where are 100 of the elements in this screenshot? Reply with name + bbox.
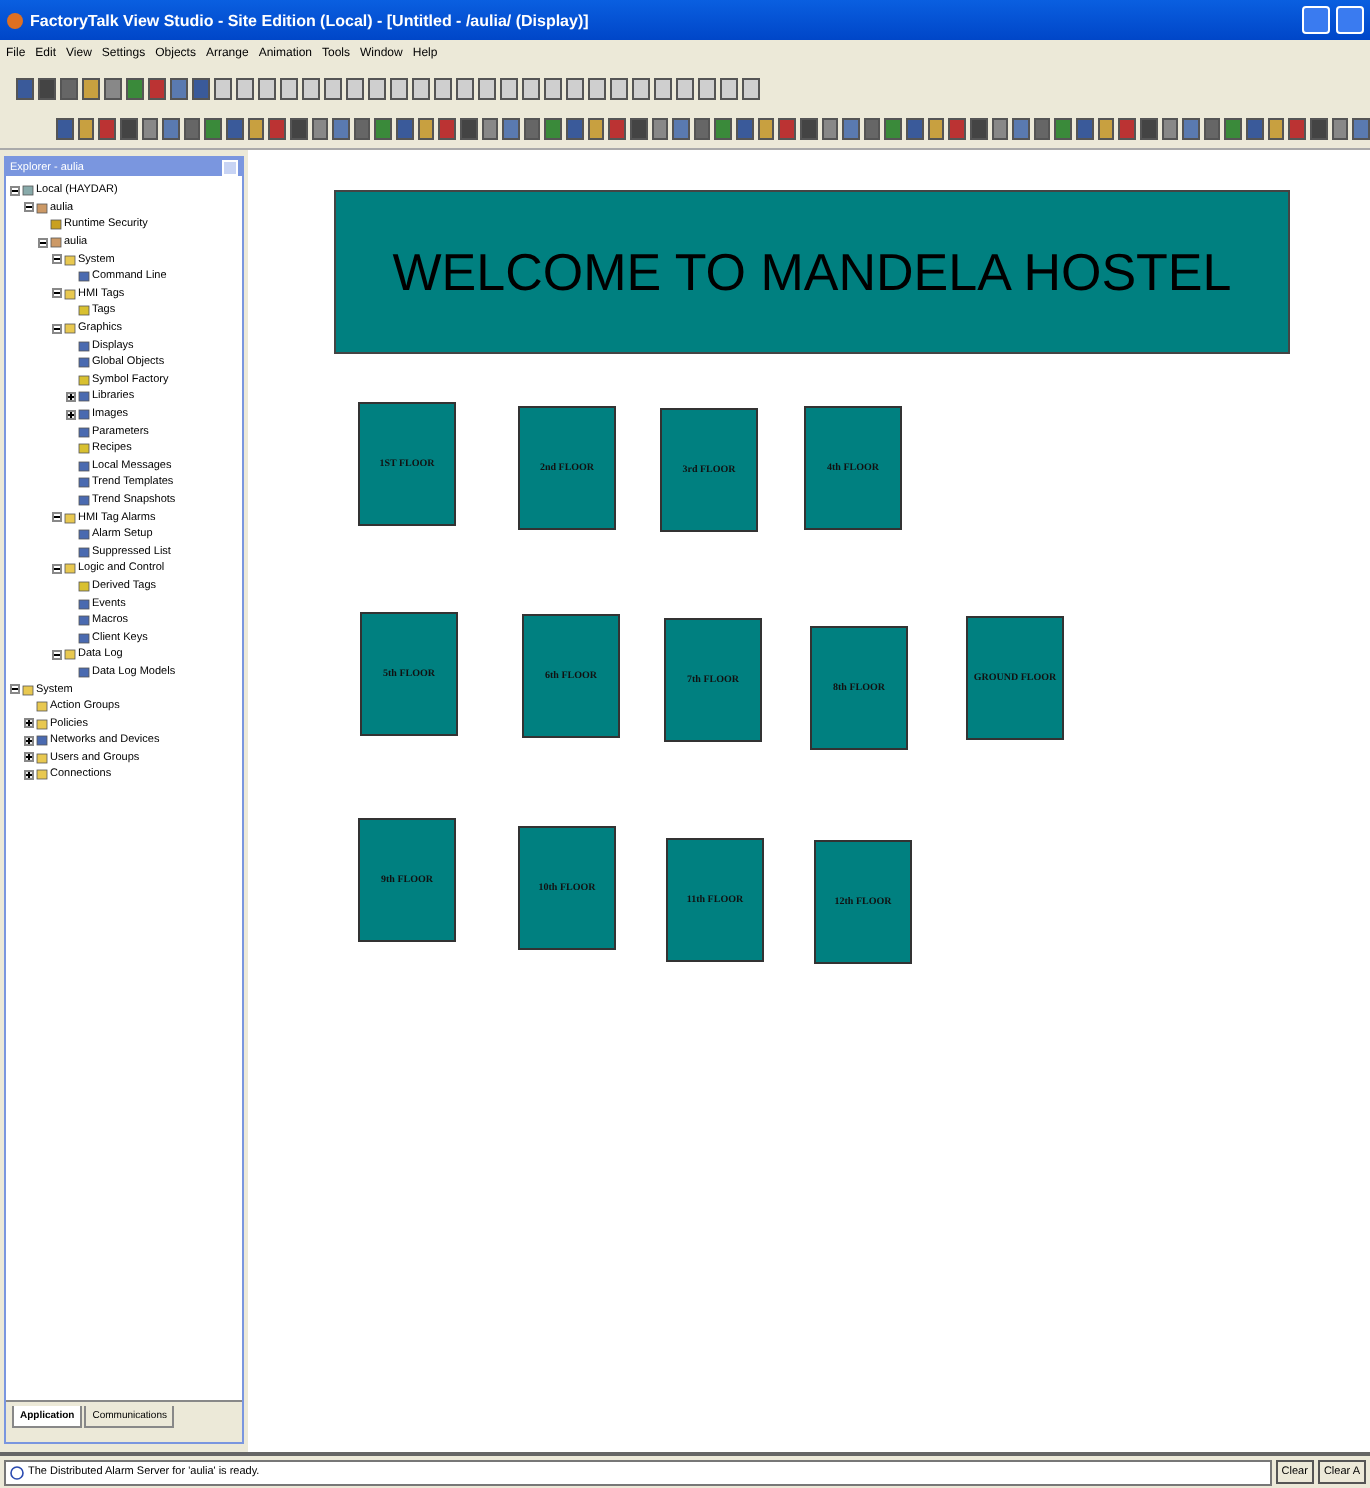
toolbar-icon[interactable] xyxy=(332,117,350,139)
toolbar-icon[interactable] xyxy=(258,77,276,99)
toolbar-icon[interactable] xyxy=(280,77,298,99)
toolbar-icon[interactable] xyxy=(676,77,694,99)
expand-toggle[interactable] xyxy=(52,649,62,660)
toolbar-icon[interactable] xyxy=(500,77,518,99)
toolbar-icon[interactable] xyxy=(842,117,860,139)
toolbar-icon[interactable] xyxy=(587,117,605,139)
toolbar-icon[interactable] xyxy=(1203,117,1221,139)
toolbar-icon[interactable] xyxy=(438,117,456,139)
toolbar-icon[interactable] xyxy=(714,117,732,139)
toolbar-icon[interactable] xyxy=(651,117,669,139)
toolbar-icon[interactable] xyxy=(1054,117,1072,139)
toolbar-icon[interactable] xyxy=(162,117,180,139)
toolbar-icon[interactable] xyxy=(82,77,100,99)
toolbar-icon[interactable] xyxy=(654,77,672,99)
toolbar-icon[interactable] xyxy=(544,77,562,99)
expand-toggle[interactable] xyxy=(66,409,76,420)
toolbar-icon[interactable] xyxy=(698,77,716,99)
toolbar-icon[interactable] xyxy=(799,117,817,139)
toolbar-icon[interactable] xyxy=(368,77,386,99)
toolbar-icon[interactable] xyxy=(374,117,392,139)
toolbar-icon[interactable] xyxy=(632,77,650,99)
toolbar-icon[interactable] xyxy=(906,117,924,139)
toolbar-icon[interactable] xyxy=(170,77,188,99)
toolbar-icon[interactable] xyxy=(353,117,371,139)
toolbar-icon[interactable] xyxy=(863,117,881,139)
toolbar-icon[interactable] xyxy=(1309,117,1327,139)
toolbar-icon[interactable] xyxy=(478,77,496,99)
toolbar-icon[interactable] xyxy=(148,77,166,99)
toolbar-icon[interactable] xyxy=(1288,117,1306,139)
toolbar-icon[interactable] xyxy=(268,117,286,139)
toolbar-icon[interactable] xyxy=(56,117,74,139)
toolbar-icon[interactable] xyxy=(1246,117,1264,139)
expand-toggle[interactable] xyxy=(52,563,62,574)
toolbar-icon[interactable] xyxy=(119,117,137,139)
toolbar-icon[interactable] xyxy=(434,77,452,99)
toolbar-icon[interactable] xyxy=(566,117,584,139)
toolbar-icon[interactable] xyxy=(821,117,839,139)
toolbar-icon[interactable] xyxy=(1224,117,1242,139)
toolbar-icon[interactable] xyxy=(948,117,966,139)
toolbar-icon[interactable] xyxy=(502,117,520,139)
toolbar-icon[interactable] xyxy=(1139,117,1157,139)
toolbar-icon[interactable] xyxy=(757,117,775,139)
maximize-button[interactable] xyxy=(1336,6,1364,34)
toolbar-icon[interactable] xyxy=(693,117,711,139)
toolbar-icon[interactable] xyxy=(390,77,408,99)
toolbar-icon[interactable] xyxy=(204,117,222,139)
toolbar-icon[interactable] xyxy=(1331,117,1349,139)
toolbar-icon[interactable] xyxy=(302,77,320,99)
expand-toggle[interactable] xyxy=(52,512,62,523)
toolbar-icon[interactable] xyxy=(236,77,254,99)
toolbar-icon[interactable] xyxy=(412,77,430,99)
toolbar-icon[interactable] xyxy=(214,77,232,99)
toolbar-icon[interactable] xyxy=(566,77,584,99)
toolbar-icon[interactable] xyxy=(126,77,144,99)
toolbar-icon[interactable] xyxy=(884,117,902,139)
toolbar-icon[interactable] xyxy=(1076,117,1094,139)
expand-toggle[interactable] xyxy=(66,391,76,402)
toolbar-icon[interactable] xyxy=(77,117,95,139)
toolbar-icon[interactable] xyxy=(141,117,159,139)
toolbar-icon[interactable] xyxy=(459,117,477,139)
minimize-button[interactable] xyxy=(1302,6,1330,34)
expand-toggle[interactable] xyxy=(24,735,34,746)
toolbar-icon[interactable] xyxy=(183,117,201,139)
toolbar-icon[interactable] xyxy=(104,77,122,99)
toolbar-icon[interactable] xyxy=(417,117,435,139)
toolbar-icon[interactable] xyxy=(544,117,562,139)
toolbar-icon[interactable] xyxy=(736,117,754,139)
toolbar-icon[interactable] xyxy=(523,117,541,139)
toolbar-icon[interactable] xyxy=(324,77,342,99)
close-button[interactable] xyxy=(222,159,238,175)
expand-toggle[interactable] xyxy=(10,684,20,695)
toolbar-icon[interactable] xyxy=(672,117,690,139)
toolbar-icon[interactable] xyxy=(608,117,626,139)
toolbar-icon[interactable] xyxy=(588,77,606,99)
toolbar-icon[interactable] xyxy=(60,77,78,99)
expand-toggle[interactable] xyxy=(24,202,34,213)
expand-toggle[interactable] xyxy=(24,752,34,763)
toolbar-icon[interactable] xyxy=(720,77,738,99)
toolbar-icon[interactable] xyxy=(1352,117,1370,139)
expand-toggle[interactable] xyxy=(52,323,62,334)
toolbar-icon[interactable] xyxy=(969,117,987,139)
toolbar-icon[interactable] xyxy=(1012,117,1030,139)
toolbar-icon[interactable] xyxy=(346,77,364,99)
toolbar-icon[interactable] xyxy=(629,117,647,139)
toolbar-icon[interactable] xyxy=(98,117,116,139)
toolbar-icon[interactable] xyxy=(192,77,210,99)
toolbar-icon[interactable] xyxy=(927,117,945,139)
toolbar-icon[interactable] xyxy=(742,77,760,99)
toolbar-icon[interactable] xyxy=(396,117,414,139)
expand-toggle[interactable] xyxy=(24,769,34,780)
toolbar-icon[interactable] xyxy=(1267,117,1285,139)
toolbar-icon[interactable] xyxy=(16,77,34,99)
toolbar-icon[interactable] xyxy=(610,77,628,99)
expand-toggle[interactable] xyxy=(24,718,34,729)
expand-toggle[interactable] xyxy=(38,237,48,248)
expand-toggle[interactable] xyxy=(10,185,20,196)
toolbar-icon[interactable] xyxy=(778,117,796,139)
toolbar-icon[interactable] xyxy=(38,77,56,99)
